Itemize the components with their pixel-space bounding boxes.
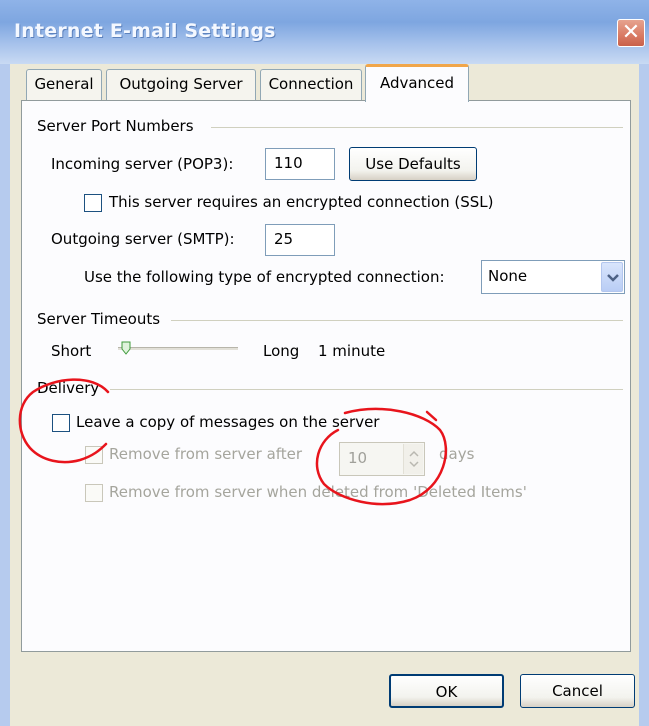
ssl-label: This server requires an encrypted connec… [109,193,494,211]
group-divider [110,389,623,390]
ssl-checkbox[interactable] [84,194,102,212]
remove-after-checkbox[interactable] [85,446,103,464]
close-icon: ✕ [621,20,641,45]
use-defaults-button[interactable]: Use Defaults [349,147,477,181]
remove-after-label: Remove from server after [109,445,303,463]
encryption-type-label: Use the following type of encrypted conn… [84,268,445,286]
days-spinner-input[interactable]: 10 [339,442,425,476]
cancel-button[interactable]: Cancel [520,674,635,708]
timeout-long-label: Long [263,342,300,360]
tab-connection[interactable]: Connection [260,69,362,100]
tab-advanced[interactable]: Advanced [365,64,469,102]
outgoing-port-input[interactable]: 25 [265,224,335,256]
outgoing-server-label: Outgoing server (SMTP): [51,230,235,248]
remove-deleted-label: Remove from server when deleted from 'De… [109,483,527,501]
window-frame-right [639,64,649,726]
timeout-slider-track[interactable] [118,347,238,350]
tab-outgoing-server[interactable]: Outgoing Server [106,69,256,100]
server-timeouts-heading: Server Timeouts [37,310,161,328]
chevron-down-icon[interactable] [601,262,623,292]
tab-general[interactable]: General [26,69,102,100]
encryption-type-select[interactable]: None [481,260,625,294]
close-button[interactable]: ✕ [617,19,645,47]
timeout-slider-thumb[interactable] [121,341,131,355]
group-divider [171,320,623,321]
ok-button[interactable]: OK [389,674,504,708]
window-frame-left [0,64,10,726]
timeout-value: 1 minute [318,342,386,360]
title-bar: Internet E-mail Settings ✕ [0,0,649,64]
days-label: days [439,445,475,463]
window-title: Internet E-mail Settings [14,20,276,42]
leave-copy-checkbox[interactable] [52,414,70,432]
advanced-tab-panel [21,100,631,652]
spinner-arrows-icon[interactable] [403,444,423,474]
server-port-numbers-heading: Server Port Numbers [37,117,194,135]
incoming-port-input[interactable]: 110 [265,148,335,180]
delivery-heading: Delivery [37,379,100,397]
leave-copy-label: Leave a copy of messages on the server [76,413,380,431]
timeout-short-label: Short [51,342,92,360]
incoming-server-label: Incoming server (POP3): [51,155,234,173]
group-divider [211,127,623,128]
remove-deleted-checkbox[interactable] [85,484,103,502]
